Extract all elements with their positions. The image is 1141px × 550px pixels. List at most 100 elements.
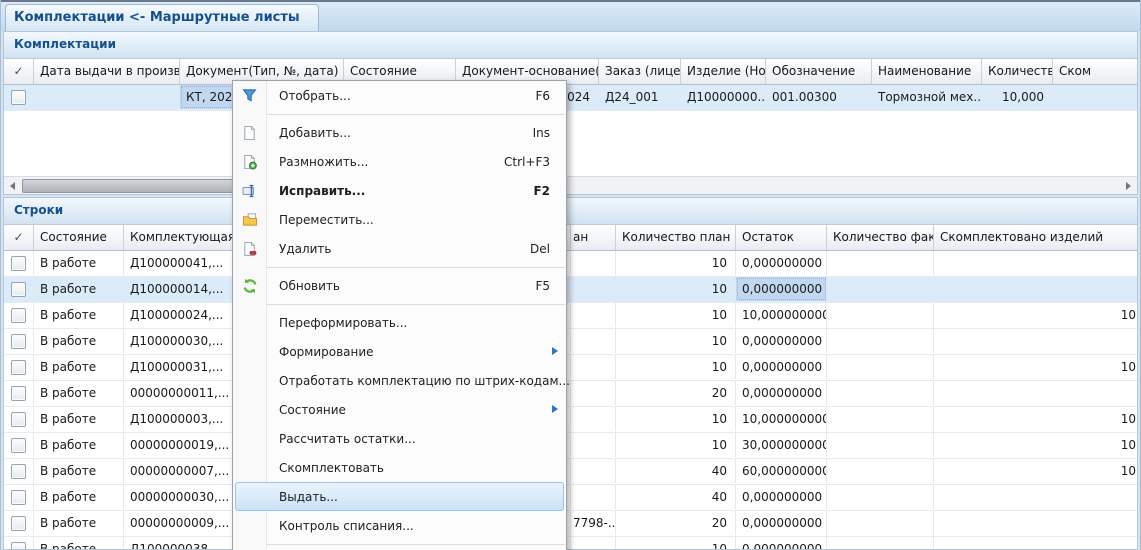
cell-check[interactable]: [4, 329, 34, 353]
scroll-left-button[interactable]: [4, 177, 21, 194]
table-row[interactable]: В работе00000000009,...7798-...200,00000…: [4, 511, 1137, 537]
cell-qty-fact[interactable]: [827, 303, 934, 327]
column-header-designation[interactable]: Обозначение: [766, 59, 872, 85]
cell-state[interactable]: В работе: [34, 537, 124, 550]
cell-component[interactable]: Д100000030,...: [124, 329, 236, 353]
row-checkbox[interactable]: [11, 282, 26, 297]
cell-remainder[interactable]: 0,000000000: [736, 355, 827, 379]
cell-check[interactable]: [4, 355, 34, 379]
column-header-component[interactable]: Комплектующая: [124, 225, 236, 251]
cell-assembled-items[interactable]: [934, 381, 1138, 405]
menu-item-issue[interactable]: Выдать...: [235, 482, 564, 511]
cell-qty-fact[interactable]: [827, 433, 934, 457]
column-header-state[interactable]: Состояние: [34, 225, 124, 251]
column-header-qty-fact[interactable]: Количество факт: [827, 225, 934, 251]
menu-item-formation[interactable]: Формирование: [233, 337, 566, 366]
cell-plan-tail[interactable]: [571, 537, 616, 550]
row-checkbox[interactable]: [11, 308, 26, 323]
menu-item-refresh[interactable]: ОбновитьF5: [233, 271, 566, 300]
table-row[interactable]: В работе00000000011,...200,000000000: [4, 381, 1137, 407]
cell-designation[interactable]: 001.00300: [766, 85, 872, 109]
cell-remainder[interactable]: 0,000000000: [736, 251, 827, 275]
cell-quantity[interactable]: 10,000: [982, 85, 1053, 109]
table-row[interactable]: В работе00000000007,...4060,00000000010: [4, 459, 1137, 485]
row-checkbox[interactable]: [11, 334, 26, 349]
cell-check[interactable]: [4, 537, 34, 550]
cell-plan-tail[interactable]: [571, 329, 616, 353]
cell-qty-fact[interactable]: [827, 537, 934, 550]
table-row[interactable]: В работе00000000030,... 400,000000000: [4, 485, 1137, 511]
cell-qty-plan[interactable]: 10: [616, 303, 736, 327]
column-header-assembled[interactable]: Ском: [1053, 59, 1138, 85]
cell-component[interactable]: Д100000014,...: [124, 277, 236, 301]
table-row[interactable]: В работеД100000014,...100,000000000: [4, 277, 1137, 303]
cell-check[interactable]: [4, 485, 34, 509]
cell-plan-tail[interactable]: [571, 459, 616, 483]
cell-component[interactable]: 00000000011,...: [124, 381, 236, 405]
cell-plan-tail[interactable]: [571, 433, 616, 457]
cell-component[interactable]: 00000000009,...: [124, 511, 236, 535]
cell-state[interactable]: В работе: [34, 407, 124, 431]
table-row[interactable]: В работеД100000041,...100,000000000: [4, 251, 1137, 277]
menu-item-state[interactable]: Состояние: [233, 395, 566, 424]
cell-check[interactable]: [4, 511, 34, 535]
cell-remainder[interactable]: 0,000000000: [736, 485, 827, 509]
menu-item-duplicate[interactable]: Размножить...Ctrl+F3: [233, 147, 566, 176]
cell-qty-plan[interactable]: 40: [616, 485, 736, 509]
cell-assembled-items[interactable]: 10: [934, 355, 1138, 379]
cell-plan-tail[interactable]: 7798-...: [571, 511, 616, 535]
table-row[interactable]: В работеД100000030,...100,000000000: [4, 329, 1137, 355]
column-header-remainder[interactable]: Остаток: [736, 225, 827, 251]
cell-remainder[interactable]: 30,000000000: [736, 433, 827, 457]
cell-qty-fact[interactable]: [827, 355, 934, 379]
cell-check[interactable]: [4, 381, 34, 405]
cell-component[interactable]: 00000000007,...: [124, 459, 236, 483]
cell-assembled-items[interactable]: [934, 485, 1138, 509]
table-row[interactable]: В работеД100000031,...100,00000000010: [4, 355, 1137, 381]
cell-component[interactable]: Д100000041,...: [124, 251, 236, 275]
cell-qty-plan[interactable]: 10: [616, 251, 736, 275]
breadcrumb-tab[interactable]: Комплектации <- Маршрутные листы: [5, 4, 319, 31]
cell-remainder[interactable]: 0,000000000: [736, 277, 827, 301]
cell-assembled-items[interactable]: 10: [934, 459, 1138, 483]
cell-qty-plan[interactable]: 10: [616, 407, 736, 431]
cell-component[interactable]: 00000000030,...: [124, 485, 236, 509]
column-header-quantity[interactable]: Количество: [982, 59, 1053, 85]
cell-remainder[interactable]: 0,000000000: [736, 511, 827, 535]
cell-state[interactable]: В работе: [34, 277, 124, 301]
cell-remainder[interactable]: 10,000000000: [736, 407, 827, 431]
cell-check[interactable]: [4, 85, 34, 109]
column-header-name[interactable]: Наименование: [872, 59, 982, 85]
cell-name[interactable]: Тормозной мех...: [872, 85, 982, 109]
table-row[interactable]: КТ, 2024024Д24_001Д10000000...001.00300Т…: [4, 85, 1137, 111]
cell-plan-tail[interactable]: [571, 303, 616, 327]
cell-check[interactable]: [4, 251, 34, 275]
table-row[interactable]: В работе00000000019,...1030,00000000010: [4, 433, 1137, 459]
cell-state[interactable]: В работе: [34, 485, 124, 509]
row-checkbox[interactable]: [11, 542, 26, 550]
cell-assembled-items[interactable]: [934, 329, 1138, 353]
table-row[interactable]: В работеД100000038,...100,000000000: [4, 537, 1137, 550]
menu-item-add[interactable]: Добавить...Ins: [233, 118, 566, 147]
menu-item-edit[interactable]: Исправить...F2: [233, 176, 566, 205]
menu-item-filter[interactable]: Отобрать...F6: [233, 81, 566, 110]
column-header-date-issued[interactable]: Дата выдачи в произв: [34, 59, 180, 85]
menu-item-barcode[interactable]: Отработать комплектацию по штрих-кодам..…: [233, 366, 566, 395]
row-checkbox[interactable]: [11, 412, 26, 427]
column-header-check[interactable]: ✓: [4, 59, 34, 85]
cell-assembled-items[interactable]: 10: [934, 433, 1138, 457]
table-row[interactable]: В работеД100000024,...1010,00000000010: [4, 303, 1137, 329]
cell-remainder[interactable]: 0,000000000: [736, 537, 827, 550]
menu-item-reform[interactable]: Переформировать...: [233, 308, 566, 337]
cell-qty-plan[interactable]: 10: [616, 329, 736, 353]
cell-plan-tail[interactable]: [571, 381, 616, 405]
cell-component[interactable]: Д100000003,...: [124, 407, 236, 431]
cell-check[interactable]: [4, 303, 34, 327]
cell-qty-fact[interactable]: [827, 381, 934, 405]
cell-assembled-items[interactable]: 10: [934, 303, 1138, 327]
cell-qty-fact[interactable]: [827, 407, 934, 431]
column-header-check[interactable]: ✓: [4, 225, 34, 251]
row-checkbox[interactable]: [11, 360, 26, 375]
cell-product[interactable]: Д10000000...: [681, 85, 766, 109]
cell-state[interactable]: В работе: [34, 303, 124, 327]
